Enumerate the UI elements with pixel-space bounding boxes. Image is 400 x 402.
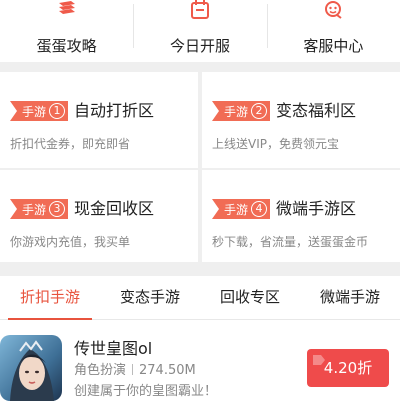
feature-title: 现金回收区	[74, 199, 155, 218]
feature-grid: 手游 1 自动打折区 折扣代金券，即充即省 手游 2 变态福利区 上线送VIP，免费…	[0, 62, 400, 266]
tag-number: 4	[251, 201, 267, 217]
category-tabs: 折扣手游 变态手游 回收专区 微端手游	[0, 276, 400, 320]
guide-stack-icon	[55, 0, 79, 20]
tag-badge: 手游 3	[10, 199, 68, 219]
feature-desc: 上线送VIP，免费领元宝	[212, 137, 339, 151]
meta-separator	[132, 364, 134, 375]
tab-recycle[interactable]: 回收专区	[200, 276, 300, 319]
feature-title: 自动打折区	[74, 101, 155, 120]
feature-cash-recycle[interactable]: 手游 3 现金回收区 你游戏内充值，我买单	[0, 170, 198, 266]
game-thumbnail	[0, 335, 62, 401]
feature-title: 变态福利区	[276, 101, 357, 120]
section-divider	[0, 262, 400, 276]
tag-number: 2	[251, 103, 267, 119]
game-size: 274.50M	[139, 363, 196, 378]
tag-badge: 手游 2	[212, 101, 270, 121]
tag-number: 1	[49, 103, 65, 119]
nav-item-customer-service[interactable]: 客服中心	[266, 0, 400, 62]
quick-nav: 蛋蛋攻略 今日开服 客服中心	[0, 0, 400, 62]
feature-micro-client[interactable]: 手游 4 微端手游区 秒下载，省流量，送蛋蛋金币	[202, 170, 400, 266]
tag-corner-icon	[313, 355, 325, 365]
tag-badge: 手游 1	[10, 101, 68, 121]
nav-item-guide[interactable]: 蛋蛋攻略	[0, 0, 133, 62]
game-genre: 角色扮演	[74, 363, 127, 378]
game-meta: 角色扮演 274.50M	[74, 363, 196, 379]
discount-button[interactable]: 4.20折	[307, 349, 389, 387]
tag-label: 手游	[22, 104, 47, 119]
tag-label: 手游	[224, 202, 249, 217]
tab-bt-games[interactable]: 变态手游	[100, 276, 200, 319]
tag-label: 手游	[224, 104, 249, 119]
feature-desc: 折扣代金券，即充即省	[10, 137, 131, 151]
game-title: 传世皇图ol	[74, 339, 153, 358]
nav-label-today-servers: 今日开服	[169, 37, 230, 55]
game-description: 创建属于你的皇图霸业！	[74, 384, 218, 399]
game-list-item[interactable]: 传世皇图ol 角色扮演 274.50M 创建属于你的皇图霸业！ 4.20折	[0, 321, 400, 402]
tab-micro-games[interactable]: 微端手游	[300, 276, 400, 319]
feature-title: 微端手游区	[276, 199, 357, 218]
nav-item-today-servers[interactable]: 今日开服	[133, 0, 266, 62]
nav-label-guide: 蛋蛋攻略	[36, 37, 97, 55]
tab-discount-games[interactable]: 折扣手游	[0, 276, 100, 320]
feature-auto-discount[interactable]: 手游 1 自动打折区 折扣代金券，即充即省	[0, 72, 198, 168]
feature-welfare[interactable]: 手游 2 变态福利区 上线送VIP，免费领元宝	[202, 72, 400, 168]
calendar-icon	[188, 0, 212, 20]
tag-number: 3	[49, 201, 65, 217]
feature-desc: 你游戏内充值，我买单	[10, 235, 131, 249]
tag-badge: 手游 4	[212, 199, 270, 219]
nav-label-customer-service: 客服中心	[303, 37, 364, 55]
feature-desc: 秒下载，省流量，送蛋蛋金币	[212, 235, 369, 249]
discount-label: 4.20折	[323, 359, 373, 377]
tag-label: 手游	[22, 202, 47, 217]
customer-service-icon	[321, 0, 345, 20]
